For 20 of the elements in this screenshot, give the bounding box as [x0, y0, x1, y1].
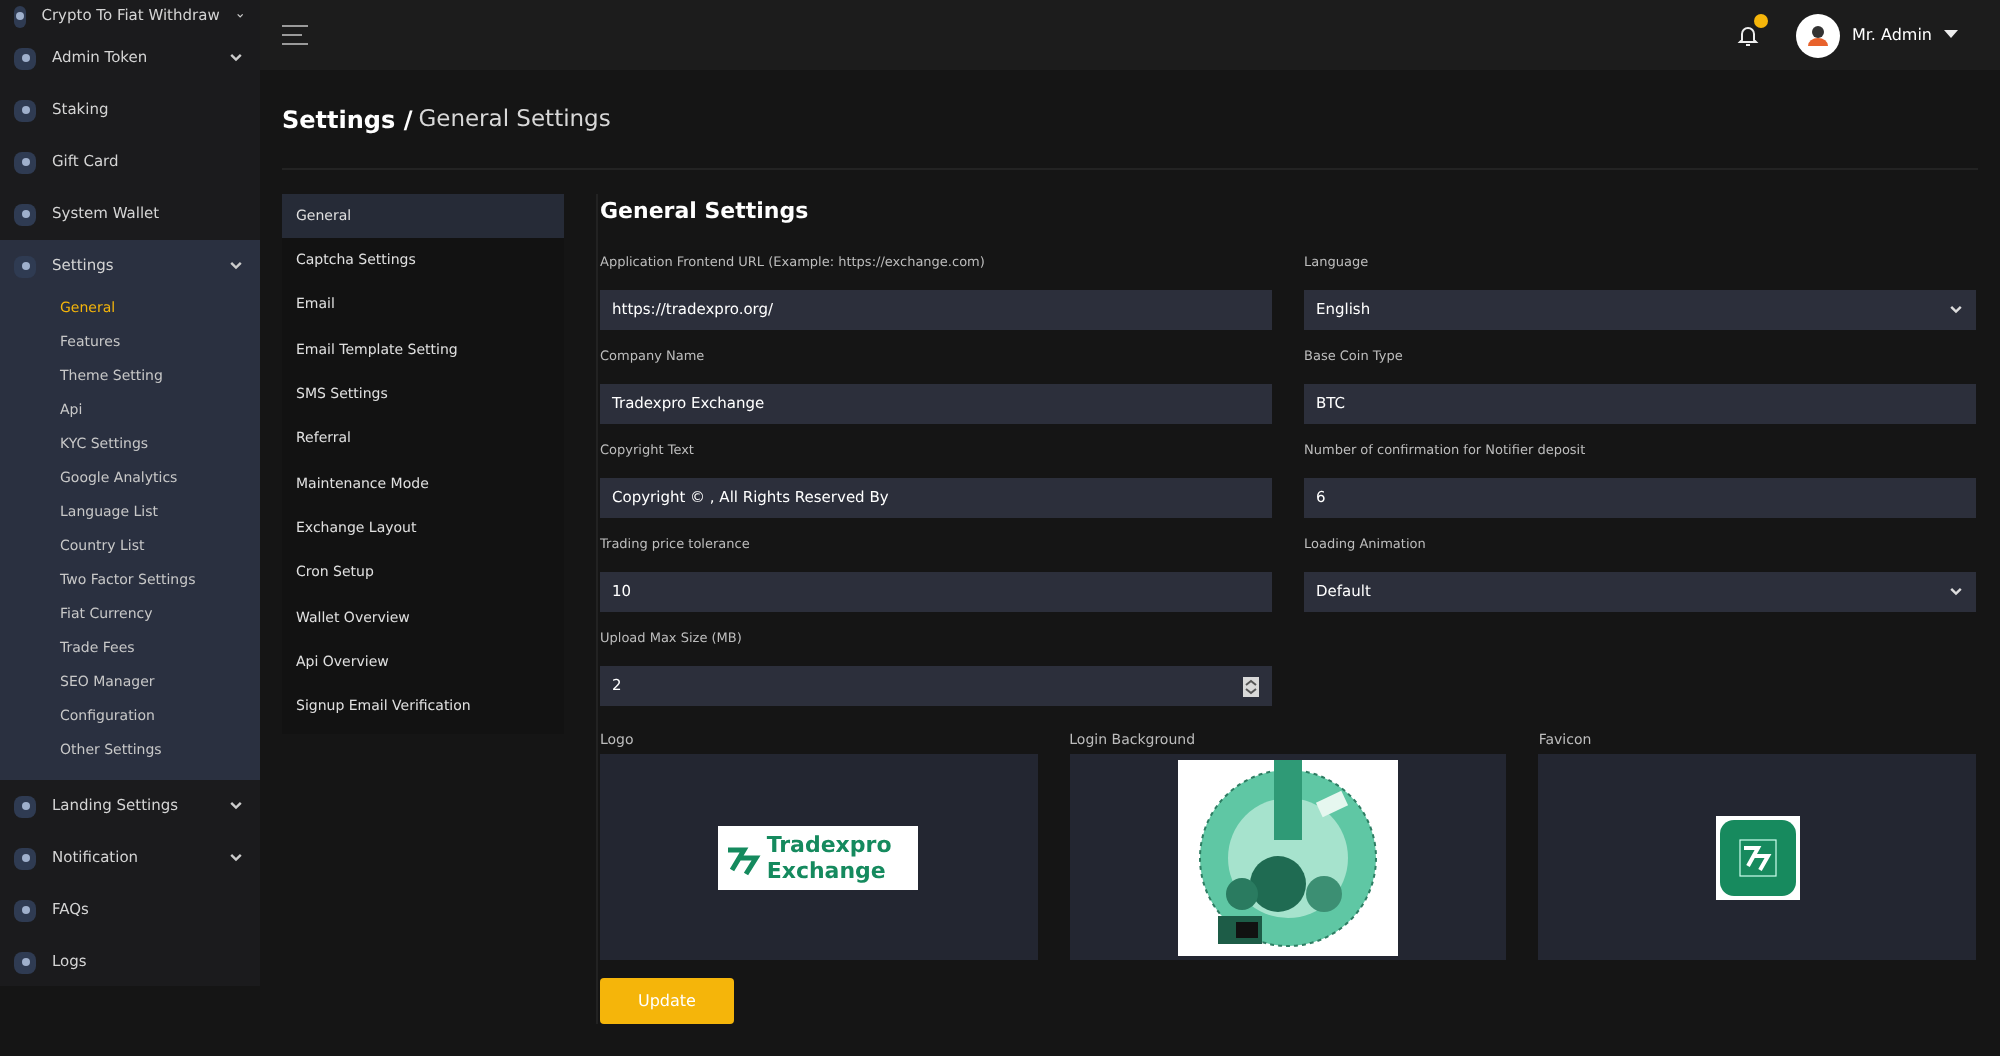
avatar-icon[interactable] — [1795, 13, 1840, 57]
user-name[interactable]: Mr. Admin — [1851, 23, 1932, 47]
chevron-icon — [228, 798, 244, 814]
chevron-icon — [1948, 302, 1964, 318]
image-upload-area[interactable]: Tradexpro Exchange — [600, 754, 1038, 960]
chevron-icon — [228, 50, 244, 66]
image-upload-area[interactable] — [1069, 754, 1507, 960]
favicon-icon — [1715, 815, 1800, 899]
bell-icon[interactable] — [1735, 23, 1760, 47]
caret-icon[interactable] — [1944, 30, 1958, 40]
chevron-icon — [1948, 584, 1964, 600]
form-title: General Settings — [600, 196, 811, 228]
image-upload-area[interactable] — [1538, 754, 1976, 960]
chevron-icon — [228, 258, 244, 274]
logo-text: Exchange — [766, 857, 888, 883]
breadcrumb-parent[interactable]: Settings / — [282, 101, 413, 137]
page-title: General Settings — [418, 101, 611, 136]
chevron-icon — [228, 850, 244, 866]
logo-text: Tradexpro — [766, 831, 892, 857]
spinner-icon[interactable] — [1242, 675, 1260, 697]
